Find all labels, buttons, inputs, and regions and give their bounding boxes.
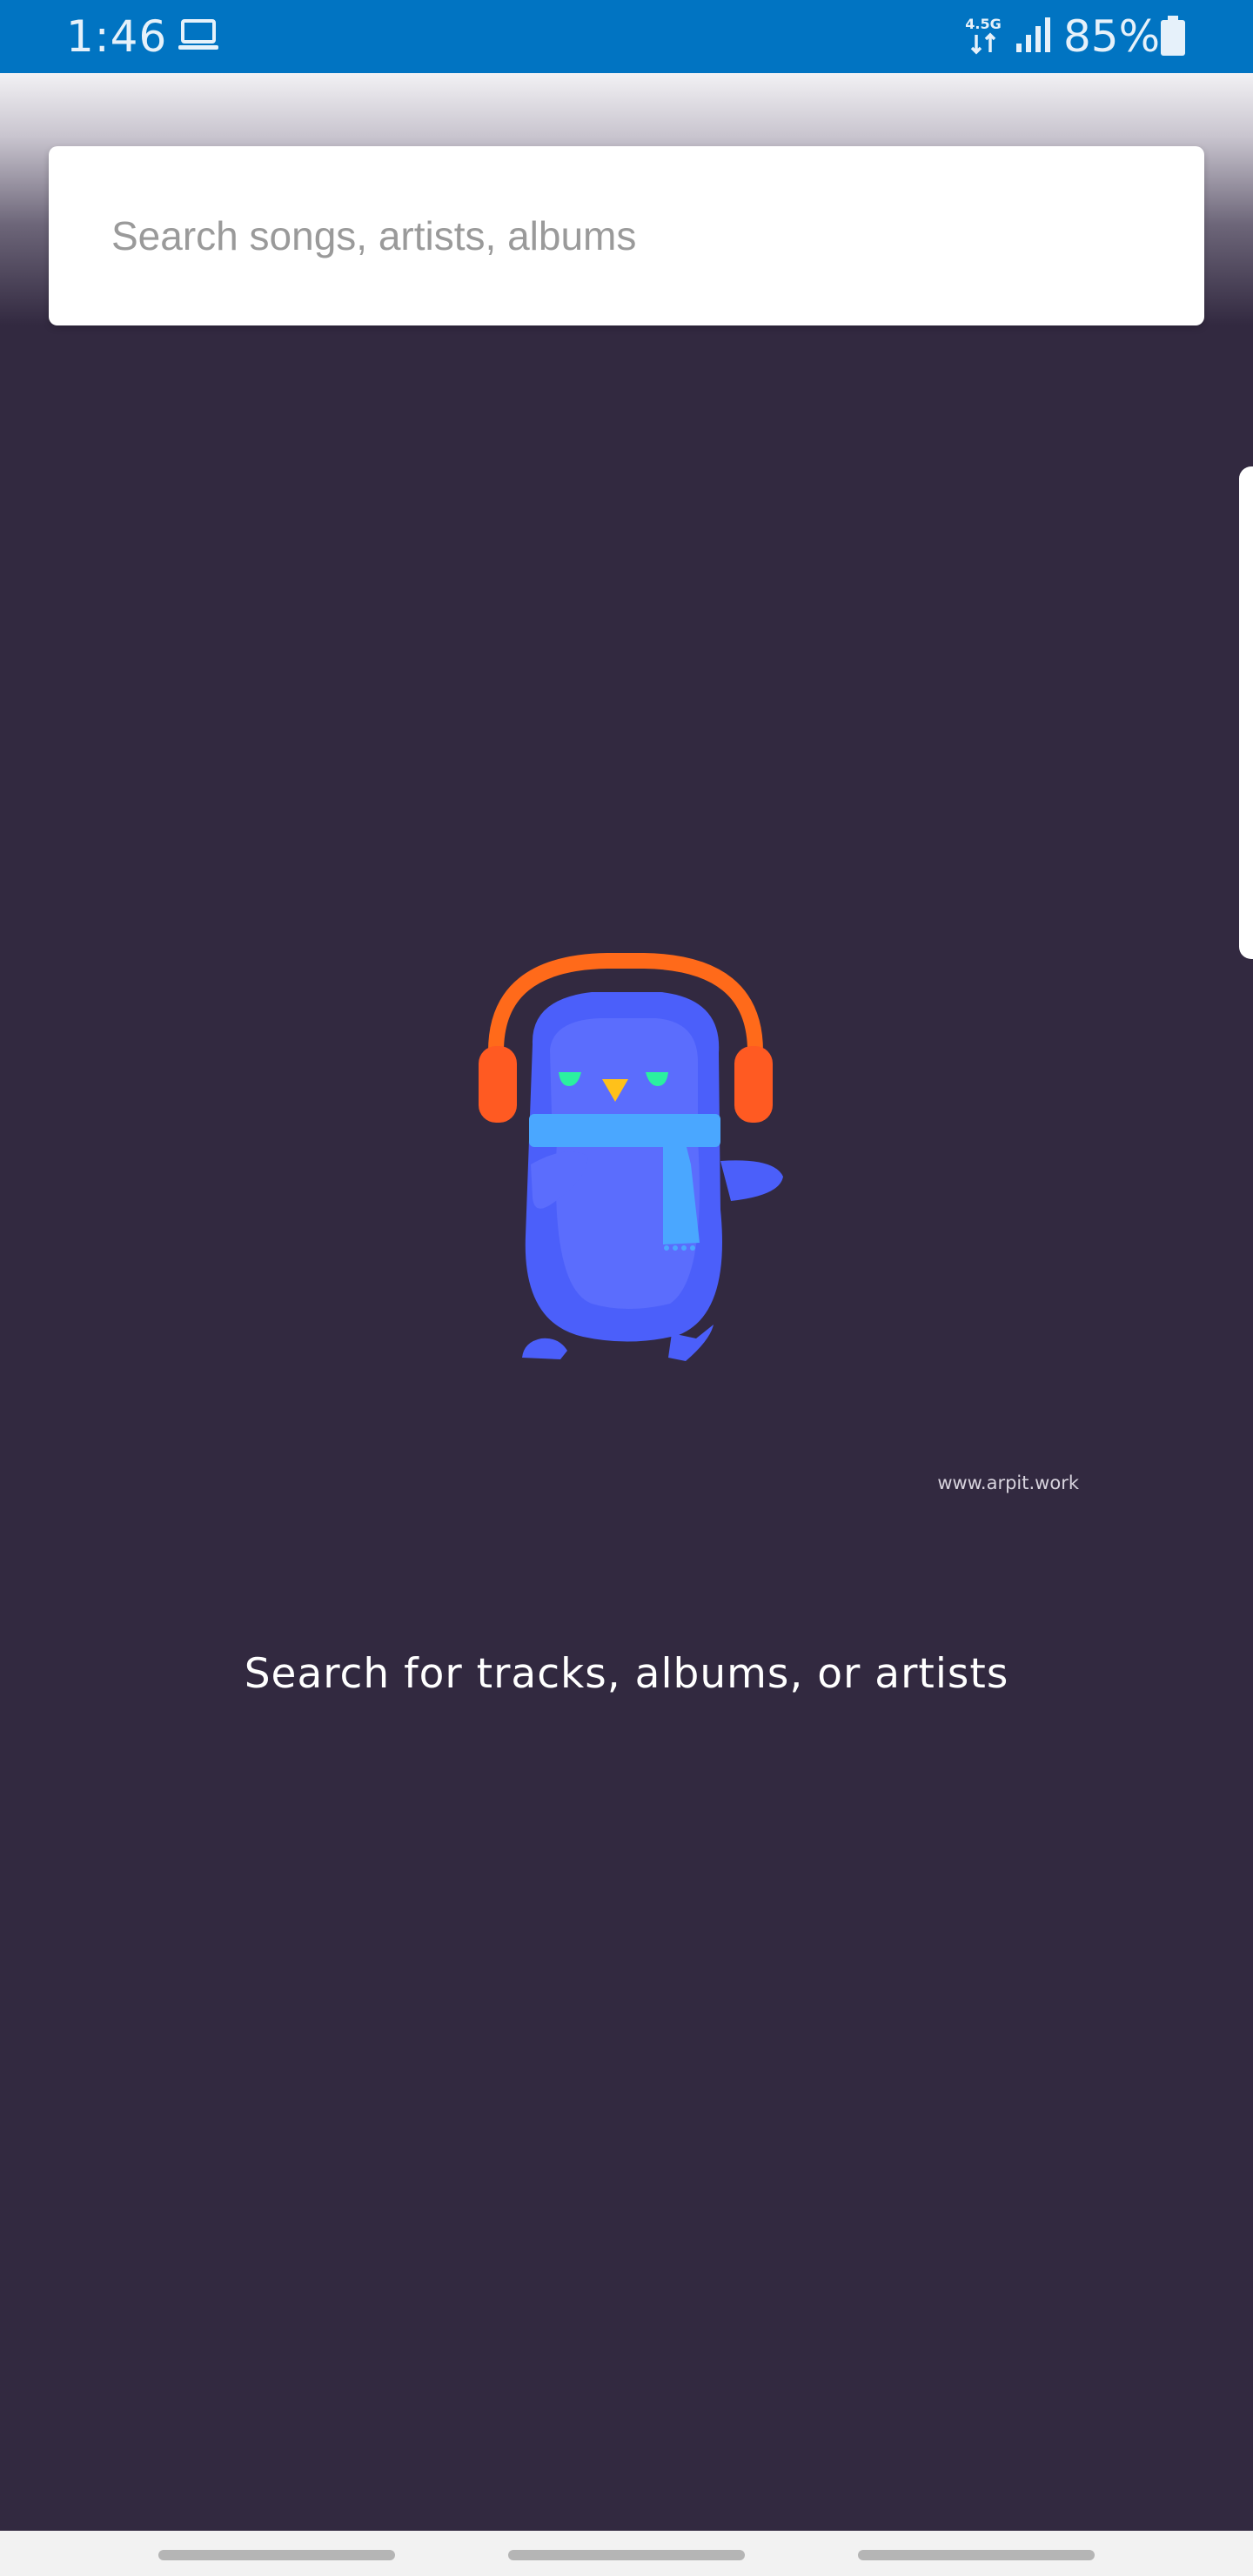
network-4-5g-icon: 4.5G [965, 16, 1002, 55]
laptop-icon [178, 19, 218, 50]
credit-link: www.arpit.work [937, 1472, 1079, 1493]
network-label: 4.5G [965, 16, 1001, 32]
signal-icon [1016, 17, 1050, 52]
battery-icon [1161, 16, 1185, 56]
status-bar: 1:46 4.5G 85% [0, 0, 1253, 73]
search-input[interactable] [110, 146, 1154, 325]
nav-home-handle[interactable] [508, 2550, 745, 2560]
battery-percent: 85% [1063, 11, 1161, 62]
status-time: 1:46 [66, 11, 168, 62]
nav-back-handle[interactable] [158, 2550, 395, 2560]
navigation-bar [0, 2531, 1253, 2576]
penguin-headphones-illustration [479, 953, 783, 1361]
nav-recents-handle[interactable] [858, 2550, 1095, 2560]
search-box[interactable] [49, 146, 1204, 325]
empty-state-message: Search for tracks, albums, or artists [244, 1650, 1009, 1698]
side-panel-handle[interactable] [1239, 466, 1253, 959]
